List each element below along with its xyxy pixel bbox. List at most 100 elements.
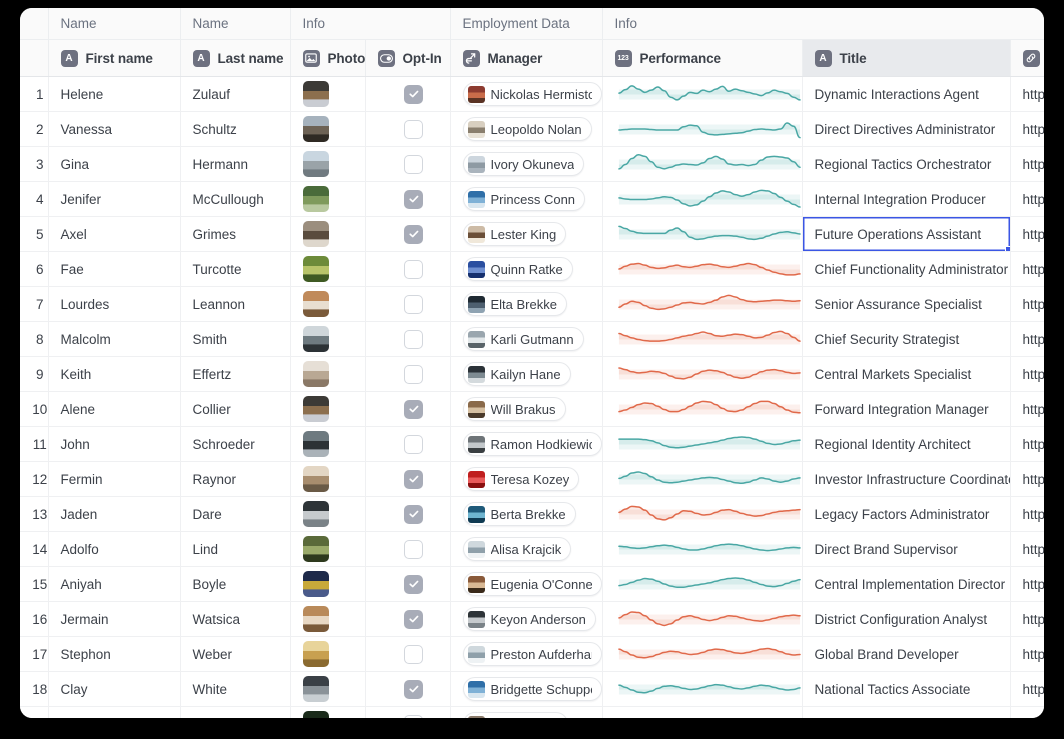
opt-in-checkbox[interactable] — [404, 399, 423, 419]
cell-url[interactable]: http:// — [1010, 636, 1044, 672]
cell-last-name[interactable]: Watsica — [180, 601, 291, 637]
cell-photo[interactable] — [290, 566, 366, 602]
table-row[interactable]: 7 Lourdes Leannon Elta Brekke Senior Assuran… — [20, 286, 1044, 322]
cell-title[interactable]: Future Operations Assistant — [802, 216, 1011, 252]
cell-photo[interactable] — [290, 426, 366, 462]
cell-url[interactable]: https: — [1010, 146, 1044, 182]
cell-first-name[interactable]: Clay — [48, 671, 181, 707]
cell-performance[interactable] — [602, 286, 803, 322]
cell-url[interactable]: http:// — [1010, 216, 1044, 252]
cell-manager[interactable]: Eugenia O'Conner — [450, 566, 603, 602]
cell-url[interactable]: https: — [1010, 566, 1044, 602]
cell-opt-in[interactable] — [365, 671, 451, 707]
cell-title[interactable]: Forward Integration Manager — [802, 391, 1011, 427]
cell-opt-in[interactable] — [365, 426, 451, 462]
cell-photo[interactable] — [290, 496, 366, 532]
cell-photo[interactable] — [290, 216, 366, 252]
table-row[interactable]: 16 Jermain Watsica Keyon Anderson District C… — [20, 601, 1044, 637]
cell-title[interactable]: Chief Functionality Administrator — [802, 251, 1011, 287]
cell-manager[interactable]: Keyon Anderson — [450, 601, 603, 637]
cell-last-name[interactable]: Raynor — [180, 461, 291, 497]
cell-photo[interactable] — [290, 111, 366, 147]
table-row[interactable]: 14 Adolfo Lind Alisa Krajcik Direct Brand Su… — [20, 531, 1044, 567]
opt-in-checkbox[interactable] — [404, 84, 423, 104]
cell-opt-in[interactable] — [365, 181, 451, 217]
opt-in-checkbox[interactable] — [404, 504, 423, 524]
cell-url[interactable]: http:// — [1010, 391, 1044, 427]
cell-first-name[interactable]: Axel — [48, 216, 181, 252]
opt-in-checkbox[interactable] — [404, 469, 423, 489]
cell-manager[interactable]: Elta Brekke — [450, 286, 603, 322]
cell-first-name[interactable]: Fermin — [48, 461, 181, 497]
manager-chip[interactable]: Elta Brekke — [462, 292, 567, 316]
cell-title[interactable]: Global Brand Developer — [802, 636, 1011, 672]
manager-chip[interactable]: Will Brakus — [462, 397, 566, 421]
cell-performance[interactable] — [602, 426, 803, 462]
cell-title[interactable]: Internal Integration Producer — [802, 181, 1011, 217]
opt-in-checkbox[interactable] — [404, 224, 423, 244]
table-row[interactable]: 6 Fae Turcotte Quinn Ratke Chief Functionali… — [20, 251, 1044, 287]
cell-manager[interactable]: Ramon Hodkiewicz — [450, 426, 603, 462]
manager-chip[interactable]: Berta Brekke — [462, 502, 576, 526]
cell-title[interactable]: Direct Directives Administrator — [802, 111, 1011, 147]
cell-title[interactable]: Regional Tactics Orchestrator — [802, 146, 1011, 182]
group-name-first[interactable]: Name — [48, 8, 181, 40]
cell-photo[interactable] — [290, 391, 366, 427]
cell-photo[interactable] — [290, 671, 366, 707]
cell-opt-in[interactable] — [365, 566, 451, 602]
manager-chip[interactable]: Preston Aufderhar — [462, 642, 601, 666]
cell-performance[interactable] — [602, 111, 803, 147]
cell-manager[interactable]: Will Brakus — [450, 391, 603, 427]
cell-opt-in[interactable] — [365, 461, 451, 497]
cell-opt-in[interactable] — [365, 601, 451, 637]
cell-title[interactable]: Investor Infrastructure Coordinato — [802, 461, 1011, 497]
cell-opt-in[interactable] — [365, 321, 451, 357]
cell-opt-in[interactable] — [365, 356, 451, 392]
cell-url[interactable]: http:// — [1010, 321, 1044, 357]
cell-manager[interactable]: Teresa Kozey — [450, 461, 603, 497]
cell-url[interactable]: http:// — [1010, 496, 1044, 532]
manager-chip[interactable]: Karli Gutmann — [462, 327, 584, 351]
cell-first-name[interactable]: Fae — [48, 251, 181, 287]
cell-performance[interactable] — [602, 76, 803, 112]
manager-chip[interactable]: Ivory Okuneva — [462, 152, 585, 176]
cell-first-name[interactable]: Keith — [48, 356, 181, 392]
column-header-opt_in[interactable]: Opt-In — [365, 39, 451, 77]
cell-last-name[interactable]: Grimes — [180, 216, 291, 252]
cell-performance[interactable] — [602, 321, 803, 357]
cell-url[interactable]: http:// — [1010, 251, 1044, 287]
table-row[interactable]: 5 Axel Grimes Lester King Future Operations … — [20, 216, 1044, 252]
cell-url[interactable]: https: — [1010, 531, 1044, 567]
cell-title[interactable]: Direct Brand Supervisor — [802, 531, 1011, 567]
cell-performance[interactable] — [602, 496, 803, 532]
cell-title[interactable]: Legacy Factors Administrator — [802, 496, 1011, 532]
cell-title[interactable]: Chief Security Strategist — [802, 321, 1011, 357]
opt-in-checkbox[interactable] — [404, 644, 423, 664]
cell-photo[interactable] — [290, 251, 366, 287]
table-row[interactable]: 2 Vanessa Schultz Leopoldo Nolan Direct Dire… — [20, 111, 1044, 147]
cell-photo[interactable] — [290, 76, 366, 112]
cell-last-name[interactable]: Effertz — [180, 356, 291, 392]
cell-first-name[interactable]: Helene — [48, 76, 181, 112]
cell-first-name[interactable]: Alene — [48, 391, 181, 427]
cell-manager[interactable]: Lester King — [450, 216, 603, 252]
group-name-last[interactable]: Name — [180, 8, 291, 40]
table-row[interactable]: 11 John Schroeder Ramon Hodkiewicz Regional … — [20, 426, 1044, 462]
cell-last-name[interactable]: Boyle — [180, 566, 291, 602]
cell-photo[interactable] — [290, 321, 366, 357]
cell-last-name[interactable]: Leannon — [180, 286, 291, 322]
cell-performance[interactable] — [602, 251, 803, 287]
cell-url[interactable]: https: — [1010, 671, 1044, 707]
cell-title[interactable]: District Configuration Analyst — [802, 601, 1011, 637]
cell-url[interactable]: http:// — [1010, 706, 1044, 718]
cell-first-name[interactable]: Malcolm — [48, 321, 181, 357]
cell-url[interactable]: http:// — [1010, 426, 1044, 462]
table-row[interactable]: 17 Stephon Weber Preston Aufderhar Global Br… — [20, 636, 1044, 672]
table-row[interactable]: 8 Malcolm Smith Karli Gutmann Chief Security… — [20, 321, 1044, 357]
cell-manager[interactable]: Preston Aufderhar — [450, 636, 603, 672]
cell-first-name[interactable]: Stephon — [48, 636, 181, 672]
table-row[interactable]: 19SamanthaThompson Mazie Wolff Dynamic Inf… — [20, 706, 1044, 718]
cell-first-name[interactable]: Jenifer — [48, 181, 181, 217]
column-header-last_name[interactable]: A Last name — [180, 39, 291, 77]
manager-chip[interactable]: Leopoldo Nolan — [462, 117, 592, 141]
